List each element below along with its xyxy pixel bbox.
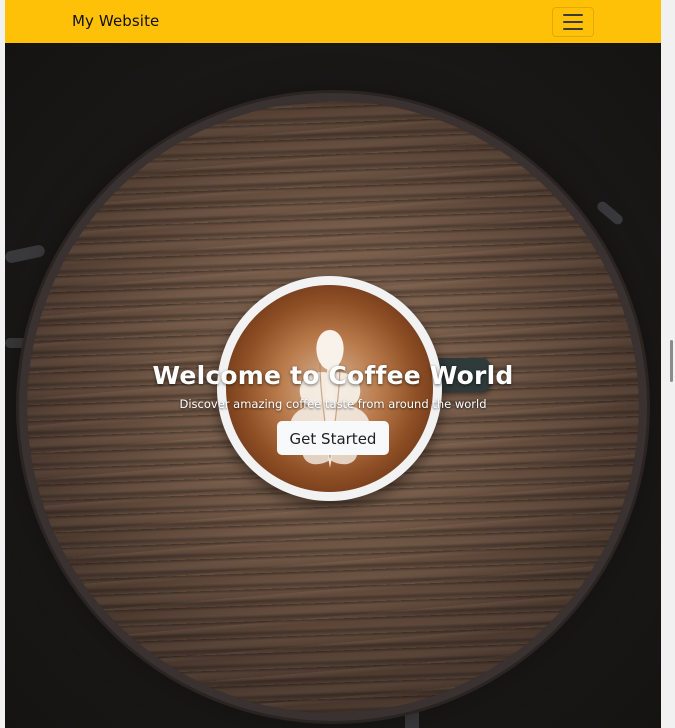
hamburger-menu-icon-bar [563,28,583,30]
hero-section: Welcome to Coffee World Discover amazing… [5,43,661,728]
stool-leg [5,243,46,265]
hamburger-menu-icon [563,14,583,16]
navbar-toggler-button[interactable] [552,7,594,37]
scrollbar-thumb[interactable] [670,340,673,382]
navbar: My Website [5,0,661,43]
get-started-button[interactable]: Get Started [276,421,390,455]
navbar-brand[interactable]: My Website [72,12,159,30]
hero-content: Welcome to Coffee World Discover amazing… [5,359,661,455]
stool-leg [595,199,625,227]
hamburger-menu-icon-bar [563,21,583,23]
hero-subtitle: Discover amazing coffee taste from aroun… [179,397,487,411]
page-viewport: My Website Welcome to Coffee World Disco… [5,0,661,728]
hero-title: Welcome to Coffee World [152,361,514,390]
